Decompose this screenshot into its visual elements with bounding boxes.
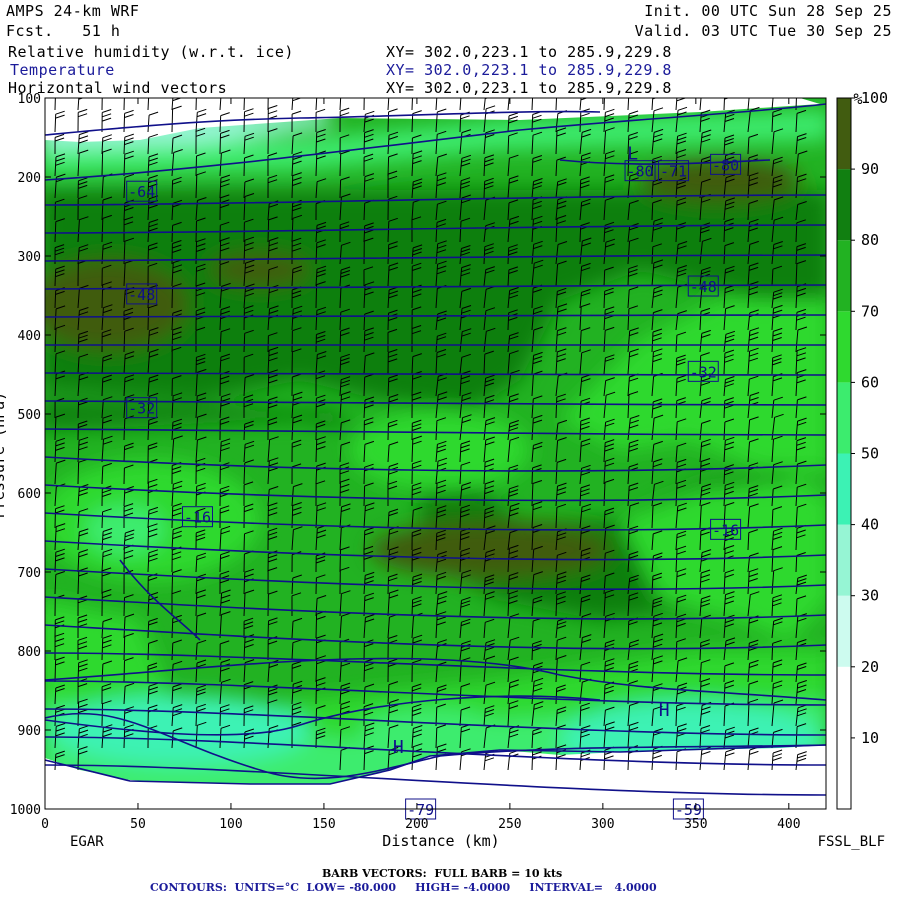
- y-tick-label: 100: [18, 92, 41, 107]
- x-axis-label: Distance (km): [382, 832, 499, 850]
- x-tick-label: 200: [405, 817, 428, 832]
- extremum-marker: L: [627, 144, 638, 165]
- x-tick-label: 0: [41, 817, 49, 832]
- colorbar-tick-label: 80: [861, 231, 879, 249]
- colorbar-tick-label: 60: [861, 373, 879, 391]
- colorbar-unit: %: [853, 90, 862, 108]
- colorbar-tick-label: 90: [861, 160, 879, 178]
- contour-label: -64: [128, 183, 155, 201]
- colorbar-swatch: [837, 382, 851, 454]
- y-tick-label: 1000: [10, 803, 41, 818]
- colorbar-swatch: [837, 666, 851, 738]
- colorbar-tick-label: 10: [861, 729, 879, 747]
- colorbar-swatch: [837, 595, 851, 667]
- x-tick-label: 250: [498, 817, 521, 832]
- cross-section-plot: -64-48-32-16-80-80 -71-48-32-16-59-79LHH …: [0, 89, 888, 850]
- barb-note: BARB VECTORS: FULL BARB = 10 kts: [322, 867, 563, 880]
- contour-label: -32: [128, 400, 155, 418]
- colorbar-swatch: [837, 311, 851, 383]
- y-axis-label: Pressure (hPa): [0, 392, 8, 518]
- colorbar-tick-label: 100: [861, 89, 888, 107]
- y-tick-label: 700: [18, 566, 41, 581]
- contour-label: -71: [660, 163, 687, 181]
- extremum-marker: H: [659, 700, 670, 721]
- colorbar-tick-label: 30: [861, 587, 879, 605]
- contour-label: -32: [690, 363, 717, 381]
- y-tick-label: 200: [18, 171, 41, 186]
- x-tick-label: 350: [684, 817, 707, 832]
- colorbar-swatch: [837, 524, 851, 596]
- y-tick-label: 600: [18, 487, 41, 502]
- start-station-label: EGAR: [70, 834, 104, 850]
- end-station-label: FSSL_BLF: [818, 834, 885, 850]
- contour-info: CONTOURS: UNITS=°C LOW= -80.000 HIGH= -4…: [150, 881, 657, 894]
- y-tick-label: 900: [18, 724, 41, 739]
- extremum-marker: H: [393, 737, 404, 758]
- contour-label: -48: [128, 286, 155, 304]
- x-tick-label: 400: [777, 817, 800, 832]
- colorbar: 10 20 30 40 50 60 70 80 90 100: [836, 89, 888, 810]
- contour-label: -48: [690, 278, 717, 296]
- contour-label: -80: [712, 156, 739, 174]
- contour-label: -16: [712, 521, 739, 539]
- colorbar-swatch: [837, 240, 851, 312]
- x-tick-label: 50: [130, 817, 146, 832]
- y-tick-label: 800: [18, 645, 41, 660]
- colorbar-swatch: [837, 169, 851, 241]
- colorbar-tick-label: 40: [861, 516, 879, 534]
- y-tick-label: 500: [18, 408, 41, 423]
- x-tick-label: 150: [312, 817, 335, 832]
- colorbar-swatch: [837, 737, 851, 809]
- contour-label: -16: [184, 509, 211, 527]
- colorbar-swatch: [837, 98, 851, 170]
- colorbar-tick-label: 20: [861, 658, 879, 676]
- colorbar-tick-label: 70: [861, 302, 879, 320]
- x-tick-label: 100: [219, 817, 242, 832]
- y-tick-label: 400: [18, 329, 41, 344]
- colorbar-tick-label: 50: [861, 445, 879, 463]
- contour-label: -80: [627, 163, 654, 181]
- y-tick-label: 300: [18, 250, 41, 265]
- colorbar-swatch: [837, 453, 851, 525]
- x-tick-label: 300: [591, 817, 614, 832]
